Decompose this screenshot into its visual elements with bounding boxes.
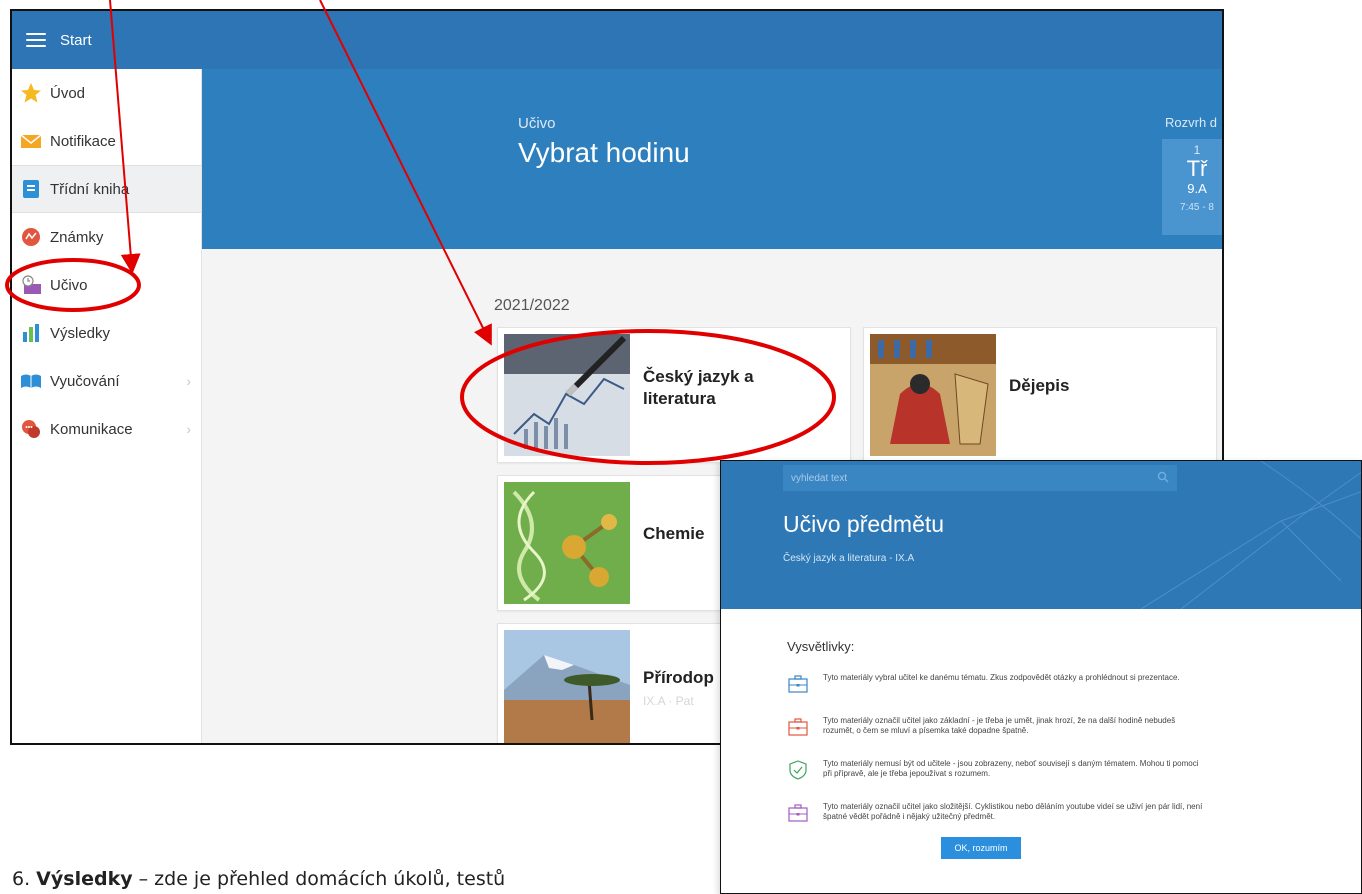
schedule-label: Rozvrh d (1165, 115, 1218, 130)
sidebar-item-label: Notifikace (50, 132, 116, 150)
subject-card-dejepis[interactable]: Dějepis (863, 327, 1217, 463)
subject-image (504, 334, 630, 456)
subject-title: Chemie (643, 524, 705, 543)
sidebar-item-label: Komunikace (50, 420, 133, 438)
sidebar-item-label: Známky (50, 228, 104, 246)
lesson-number: 1 (1193, 143, 1201, 157)
section-label: Učivo (518, 115, 556, 132)
subject-image (504, 630, 630, 743)
sidebar-item-tridni-kniha[interactable]: Třídní kniha (12, 165, 201, 213)
legend-item: Tyto materiály označil učitel jako zákla… (787, 716, 1207, 738)
subject-title: Český jazyk a literatura (643, 367, 754, 408)
document-bold-term: Výsledky (36, 868, 133, 890)
detail-title: Učivo předmětu (783, 511, 945, 537)
lesson-subject: Tř (1186, 156, 1208, 181)
learning-icon (20, 274, 42, 296)
sidebar-item-label: Učivo (50, 276, 88, 294)
chat-icon (20, 418, 42, 440)
sidebar-item-label: Třídní kniha (50, 180, 130, 198)
subject-title: Dějepis (1009, 376, 1070, 395)
lesson-class: 9.A (1187, 181, 1207, 196)
chevron-right-icon: › (186, 373, 191, 389)
subject-title: Přírodop (643, 668, 714, 687)
document-text: – zde je přehled domácích úkolů, testů (132, 868, 506, 890)
legend-text: Tyto materiály označil učitel jako zákla… (823, 716, 1176, 735)
search-input[interactable]: vyhledat text (783, 465, 1177, 491)
lesson-time: 7:45 - 8 (1180, 202, 1214, 213)
subject-image (504, 482, 630, 604)
hamburger-menu-icon[interactable] (26, 33, 46, 47)
legend-text: Tyto materiály nemusí být od učitele - j… (823, 759, 1199, 778)
star-icon (20, 82, 42, 104)
open-book-icon (20, 370, 42, 392)
detail-header: vyhledat text Učivo předmětu Český jazyk… (721, 461, 1361, 609)
shield-check-icon (787, 759, 809, 781)
subject-image (870, 334, 996, 456)
schedule-current-lesson[interactable]: 1 Tř 9.A 7:45 - 8 (1162, 139, 1222, 235)
ok-button[interactable]: OK, rozumím (941, 837, 1021, 859)
subject-card-cesky-jazyk[interactable]: Český jazyk a literatura (497, 327, 851, 463)
page-header: Učivo Vybrat hodinu Rozvrh d 1 Tř 9.A 7:… (202, 69, 1222, 249)
legend-text: Tyto materiály označil učitel jako složi… (823, 802, 1203, 821)
sidebar-item-label: Úvod (50, 84, 86, 102)
page-title: Vybrat hodinu (518, 137, 690, 168)
envelope-icon (20, 130, 42, 152)
briefcase-icon (787, 673, 809, 695)
legend-heading: Vysvětlivky: (787, 639, 855, 654)
briefcase-icon (787, 716, 809, 738)
sidebar-item-ucivo[interactable]: Učivo (12, 261, 201, 309)
sidebar-item-label: Výsledky (50, 324, 111, 342)
sidebar-item-komunikace[interactable]: Komunikace › (12, 405, 201, 453)
sidebar-item-vysledky[interactable]: Výsledky (12, 309, 201, 357)
sidebar-item-uvod[interactable]: Úvod (12, 69, 201, 117)
subject-teacher: IX.A · Pat (643, 694, 694, 708)
topbar: Start (12, 11, 1222, 69)
legend-item: Tyto materiály vybral učitel ke danému t… (787, 673, 1207, 695)
subject-detail-screenshot: vyhledat text Učivo předmětu Český jazyk… (720, 460, 1362, 894)
bar-chart-icon (20, 322, 42, 344)
search-icon[interactable] (1157, 471, 1169, 486)
chevron-right-icon: › (186, 421, 191, 437)
legend-item: Tyto materiály označil učitel jako složi… (787, 802, 1207, 824)
book-icon (20, 178, 42, 200)
search-placeholder: vyhledat text (791, 472, 848, 484)
legend-item: Tyto materiály nemusí být od učitele - j… (787, 759, 1207, 781)
sidebar-item-vyucovani[interactable]: Vyučování › (12, 357, 201, 405)
topbar-title: Start (60, 31, 92, 49)
sidebar-item-label: Vyučování (50, 372, 120, 390)
list-number: 6. (12, 868, 37, 890)
sidebar: Úvod Notifikace Třídní kniha Známky Učiv… (12, 69, 202, 743)
briefcase-icon (787, 802, 809, 824)
grades-icon (20, 226, 42, 248)
sidebar-item-znamky[interactable]: Známky (12, 213, 201, 261)
document-text-line: 6. Výsledky – zde je přehled domácích úk… (12, 868, 505, 890)
detail-subtitle: Český jazyk a literatura - IX.A (783, 553, 915, 564)
school-year: 2021/2022 (494, 297, 570, 314)
legend-text: Tyto materiály vybral učitel ke danému t… (823, 673, 1180, 682)
sidebar-item-notifikace[interactable]: Notifikace (12, 117, 201, 165)
